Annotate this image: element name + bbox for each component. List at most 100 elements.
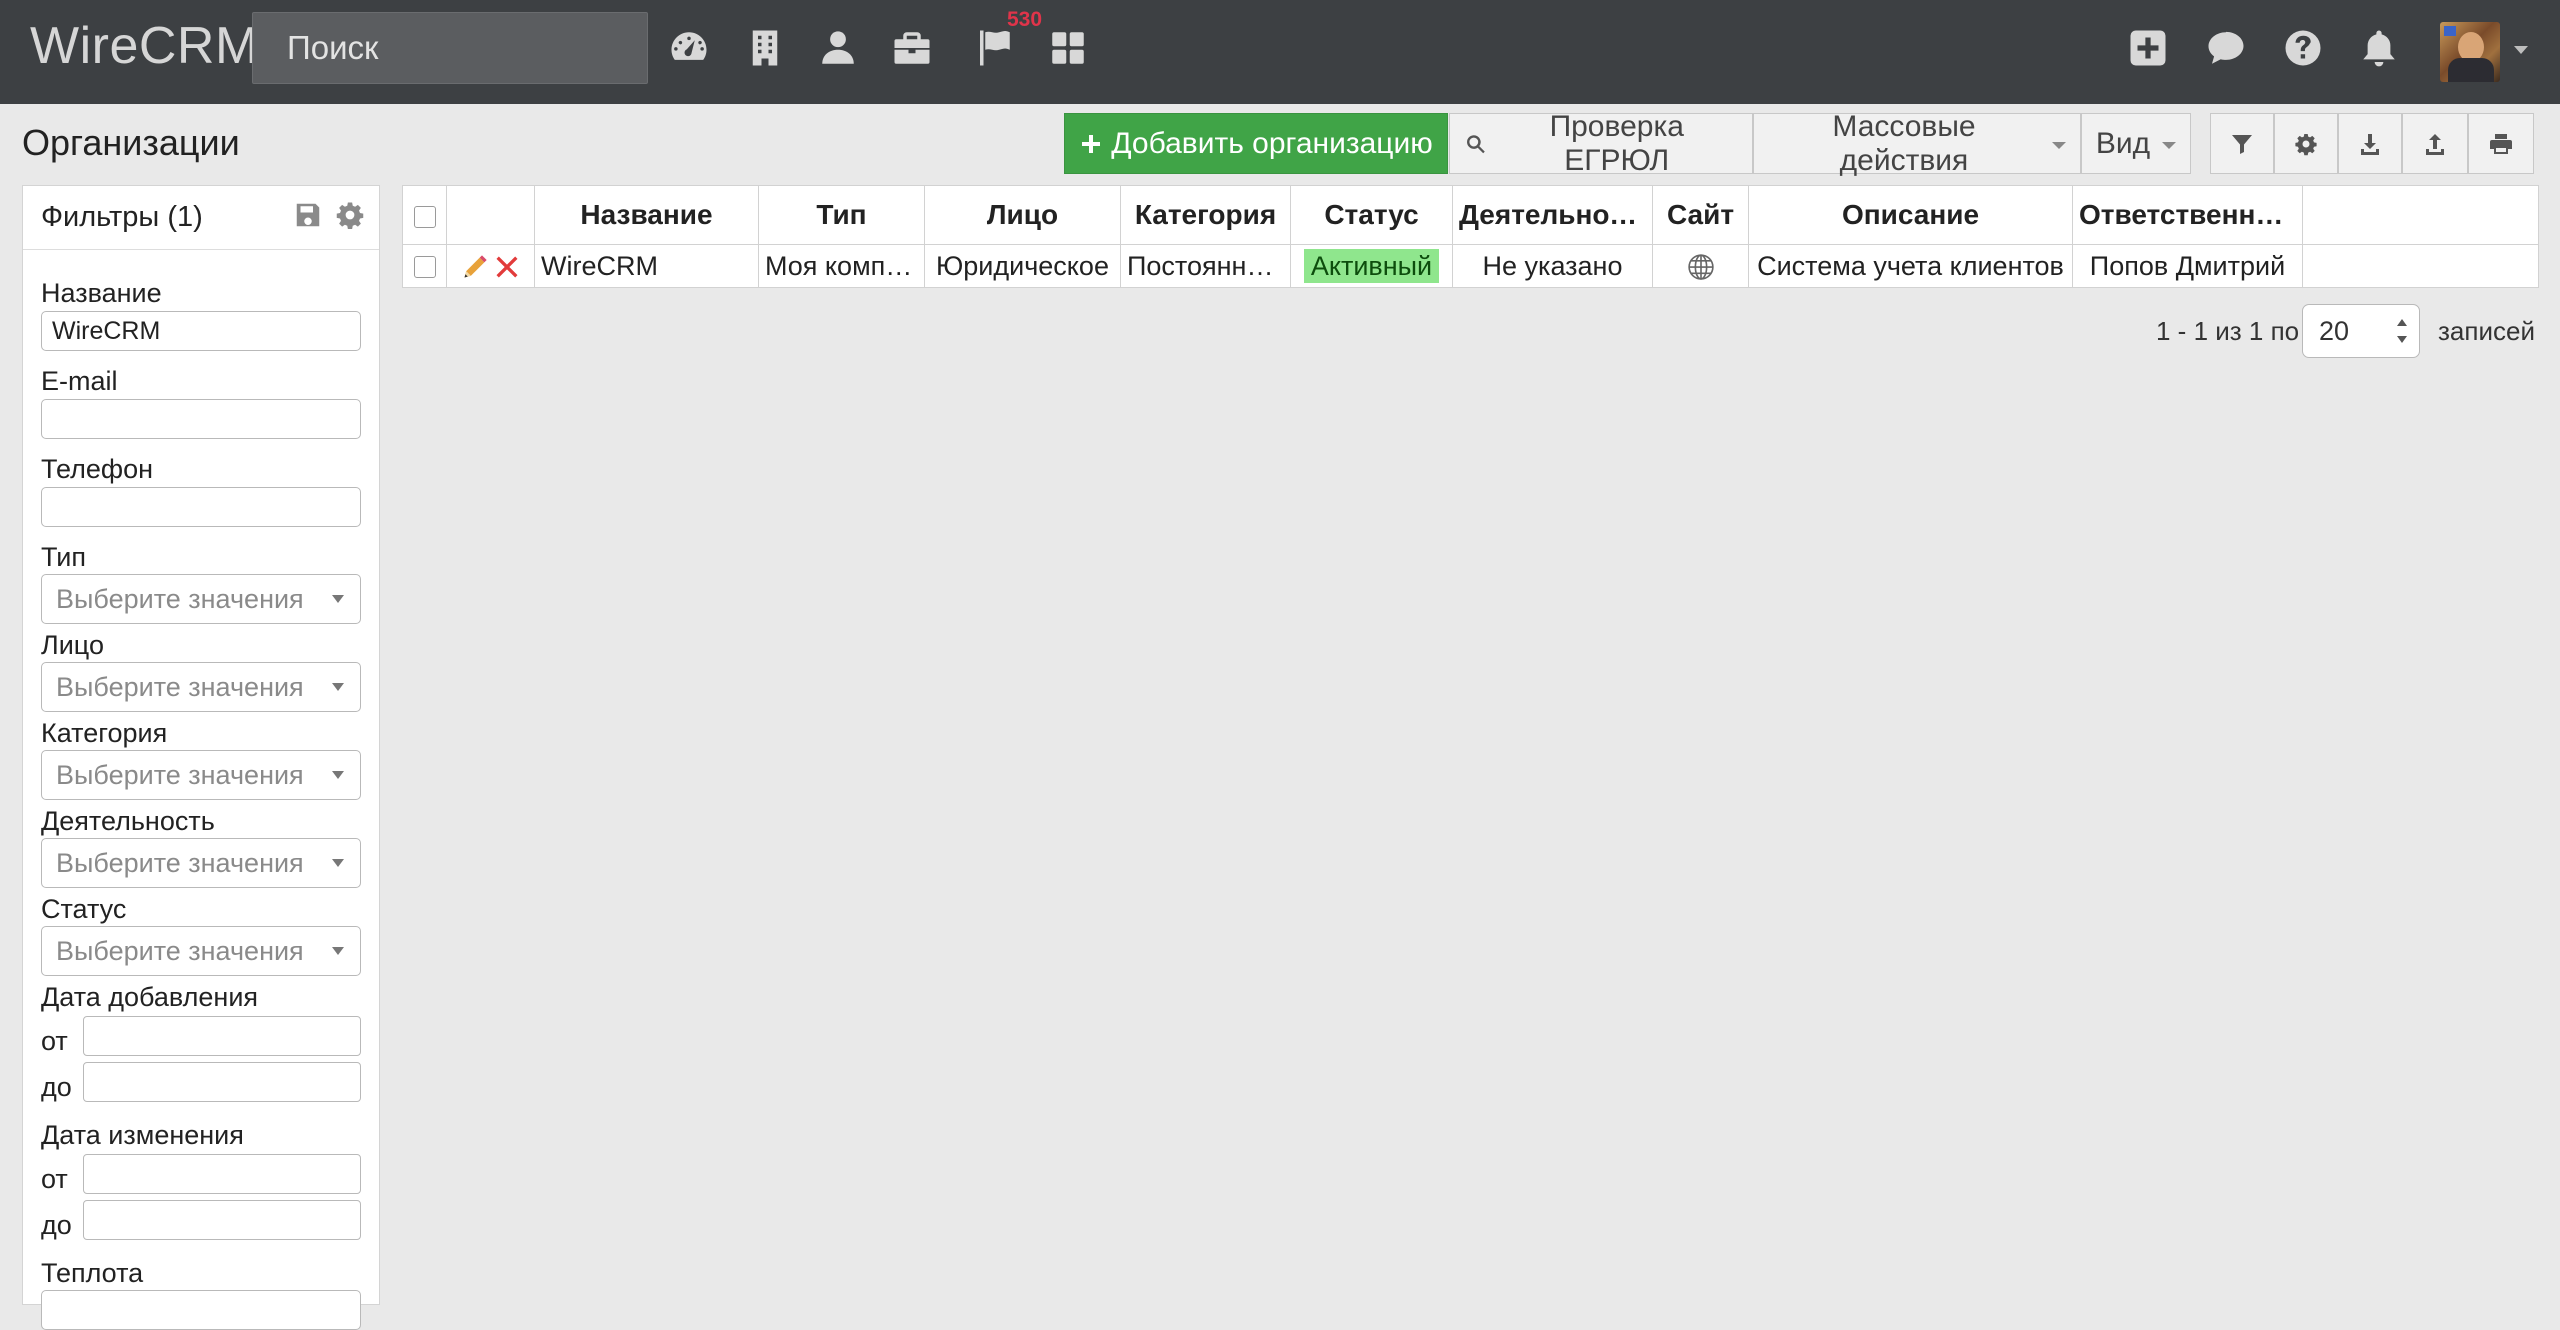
settings-button[interactable]: [2274, 113, 2338, 174]
help-icon[interactable]: [2279, 24, 2327, 72]
bell-icon[interactable]: [2355, 24, 2403, 72]
actions-header: [446, 185, 535, 245]
date-changed-to-input[interactable]: [83, 1200, 361, 1240]
user-icon[interactable]: [814, 24, 862, 72]
chevron-down-icon: [2052, 141, 2066, 149]
bulk-actions-label: Массовые действия: [1832, 109, 1976, 177]
apps-icon[interactable]: [1044, 24, 1092, 72]
add-organization-button[interactable]: Добавить организацию: [1064, 113, 1448, 174]
filter-category-label: Категория: [41, 718, 168, 748]
briefcase-icon[interactable]: [888, 24, 936, 72]
plus-icon: [1082, 134, 1101, 153]
row-actions-cell: [446, 244, 535, 288]
row-checkbox[interactable]: [413, 256, 436, 279]
filter-category-select[interactable]: Выберите значения: [41, 750, 361, 800]
column-header-description[interactable]: Описание: [1748, 185, 2073, 245]
filter-status-select[interactable]: Выберите значения: [41, 926, 361, 976]
delete-x-icon[interactable]: [493, 253, 521, 281]
column-header-activity[interactable]: Деятельность: [1452, 185, 1653, 245]
date-added-to-input[interactable]: [83, 1062, 361, 1102]
filter-warmth-input[interactable]: [41, 1290, 361, 1330]
cell-category: Постоянный клиент: [1120, 244, 1291, 288]
pagination-range: 1 - 1 из 1 по: [2156, 316, 2300, 346]
table-row[interactable]: WireCRM Моя компания Юридическое Постоян…: [402, 244, 2539, 288]
filter-type-label: Тип: [41, 542, 87, 572]
user-menu-caret-icon[interactable]: [2514, 46, 2528, 54]
top-navbar: WireCRM 530: [0, 0, 2560, 104]
cell-extra: [2302, 244, 2539, 288]
chevron-down-icon: [332, 771, 344, 779]
chat-icon[interactable]: [2202, 24, 2250, 72]
cell-person: Юридическое: [924, 244, 1121, 288]
building-icon[interactable]: [741, 24, 789, 72]
avatar[interactable]: [2440, 22, 2500, 82]
egrul-check-label: Проверка ЕГРЮЛ: [1549, 109, 1684, 177]
filters-title: Фильтры (1): [41, 201, 203, 233]
globe-icon[interactable]: [1686, 252, 1716, 282]
print-button[interactable]: [2468, 113, 2534, 174]
cell-site[interactable]: [1652, 244, 1749, 288]
date-changed-from-input[interactable]: [83, 1154, 361, 1194]
select-all-checkbox[interactable]: [413, 205, 436, 228]
search-icon: [1467, 134, 1485, 153]
column-header-category[interactable]: Категория: [1120, 185, 1291, 245]
dashboard-icon[interactable]: [665, 24, 713, 72]
column-header-site[interactable]: Сайт: [1652, 185, 1749, 245]
brand-logo[interactable]: WireCRM: [30, 16, 259, 76]
column-header-type[interactable]: Тип: [758, 185, 925, 245]
date-added-from-label: от: [41, 1026, 68, 1056]
per-page-value: 20: [2319, 316, 2350, 346]
filter-name-input[interactable]: [41, 311, 361, 351]
filter-date-added-label: Дата добавления: [41, 982, 259, 1012]
select-placeholder: Выберите значения: [56, 848, 304, 878]
select-placeholder: Выберите значения: [56, 584, 304, 614]
filter-button[interactable]: [2210, 113, 2274, 174]
gear-icon: [2295, 133, 2317, 155]
egrul-check-button[interactable]: Проверка ЕГРЮЛ: [1449, 110, 1753, 177]
filter-activity-select[interactable]: Выберите значения: [41, 838, 361, 888]
view-label: Вид: [2095, 126, 2151, 160]
chevron-down-icon: [332, 947, 344, 955]
view-button[interactable]: Вид: [2081, 113, 2191, 174]
status-badge: Активный: [1303, 248, 1440, 283]
import-button[interactable]: [2402, 113, 2468, 174]
filter-person-select[interactable]: Выберите значения: [41, 662, 361, 712]
download-icon: [2361, 133, 2379, 155]
cell-activity: Не указано: [1452, 244, 1653, 288]
cell-status: Активный: [1290, 244, 1453, 288]
cell-description: Система учета клиентов: [1748, 244, 2073, 288]
date-added-from-input[interactable]: [83, 1016, 361, 1056]
cell-responsible[interactable]: Попов Дмитрий: [2072, 244, 2303, 288]
search-input[interactable]: [252, 12, 648, 84]
column-header-responsible[interactable]: Ответственный: [2072, 185, 2303, 245]
filter-phone-input[interactable]: [41, 487, 361, 527]
print-icon: [2490, 133, 2512, 154]
filter-email-label: E-mail: [41, 366, 118, 396]
select-placeholder: Выберите значения: [56, 936, 304, 966]
plus-square-icon[interactable]: [2124, 24, 2172, 72]
export-button[interactable]: [2338, 113, 2402, 174]
column-header-name[interactable]: Название: [534, 185, 759, 245]
column-header-person[interactable]: Лицо: [924, 185, 1121, 245]
column-header-status[interactable]: Статус: [1290, 185, 1453, 245]
edit-pencil-icon[interactable]: [461, 253, 489, 281]
cell-name[interactable]: WireCRM: [534, 244, 759, 288]
per-page-select[interactable]: 20: [2302, 304, 2420, 358]
gear-icon[interactable]: [335, 200, 369, 234]
filter-type-select[interactable]: Выберите значения: [41, 574, 361, 624]
chevron-down-icon: [332, 595, 344, 603]
table-header-row: Название Тип Лицо Категория Статус Деяте…: [402, 185, 2539, 245]
date-added-to-label: до: [41, 1072, 72, 1102]
column-header-extra: [2302, 185, 2539, 245]
select-all-cell[interactable]: [402, 185, 447, 245]
chevron-down-icon: [2162, 141, 2177, 149]
bulk-actions-button[interactable]: Массовые действия: [1753, 110, 2081, 177]
chevron-down-icon: [332, 683, 344, 691]
organizations-table: Название Тип Лицо Категория Статус Деяте…: [402, 185, 2539, 288]
notification-badge: 530: [1007, 8, 1043, 31]
save-icon[interactable]: [293, 200, 327, 234]
filter-email-input[interactable]: [41, 399, 361, 439]
cell-type: Моя компания: [758, 244, 925, 288]
row-select-cell[interactable]: [402, 244, 447, 288]
filter-icon: [2232, 134, 2252, 154]
